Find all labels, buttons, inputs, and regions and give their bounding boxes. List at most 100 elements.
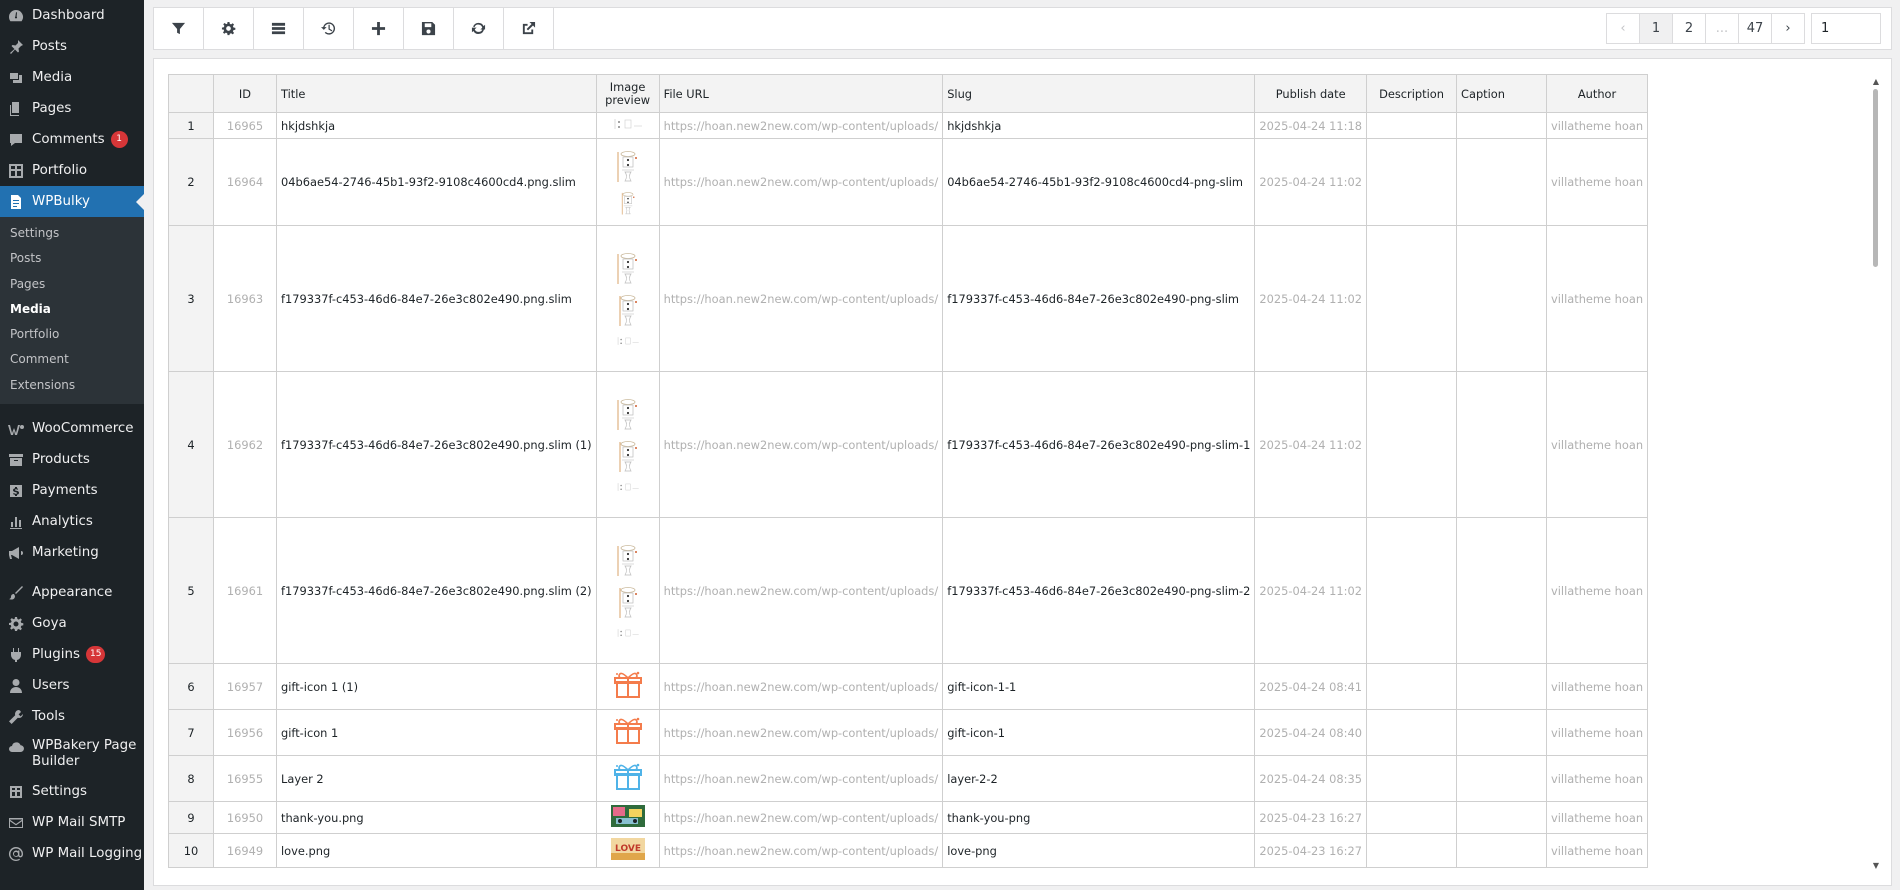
next-page-button[interactable]: ›: [1771, 13, 1805, 44]
description-cell[interactable]: [1366, 801, 1458, 834]
column-header-row-number[interactable]: [168, 74, 214, 113]
author-cell[interactable]: villatheme hoan: [1546, 755, 1649, 802]
sidebar-item-posts[interactable]: Posts: [0, 31, 144, 62]
table-row[interactable]: 7 16956 gift-icon 1 https://hoan.new2new.c…: [168, 709, 1649, 756]
id-cell[interactable]: 16961: [213, 517, 277, 664]
id-cell[interactable]: 16955: [213, 755, 277, 802]
sidebar-item-comments[interactable]: Comments 1: [0, 124, 144, 155]
title-cell[interactable]: hkjdshkja: [276, 112, 597, 139]
sidebar-item-woocommerce[interactable]: WooCommerce: [0, 413, 144, 444]
sidebar-item-wp-mail-smtp[interactable]: WP Mail SMTP: [0, 807, 144, 838]
publish-date-cell[interactable]: 2025-04-24 11:18: [1254, 112, 1368, 139]
sidebar-item-wpbakery-page-builder[interactable]: WPBakery Page Builder: [0, 732, 144, 776]
sidebar-item-wp-mail-logging[interactable]: WP Mail Logging: [0, 838, 144, 869]
slug-cell[interactable]: hkjdshkja: [942, 112, 1256, 139]
sidebar-item-goya[interactable]: Goya: [0, 608, 144, 639]
column-header-file-url[interactable]: File URL: [658, 74, 944, 113]
publish-date-cell[interactable]: 2025-04-23 16:27: [1254, 833, 1368, 868]
sidebar-item-settings[interactable]: Settings: [0, 776, 144, 807]
description-cell[interactable]: [1366, 833, 1458, 868]
caption-cell[interactable]: [1456, 663, 1548, 710]
page-button-1[interactable]: 1: [1639, 13, 1673, 44]
id-cell[interactable]: 16950: [213, 801, 277, 834]
file-url-cell[interactable]: https://hoan.new2new.com/wp-content/uplo…: [658, 833, 944, 868]
table-row[interactable]: 6 16957 gift-icon 1 (1) https://hoan.new2n…: [168, 663, 1649, 710]
title-cell[interactable]: f179337f-c453-46d6-84e7-26e3c802e490.png…: [276, 371, 597, 518]
slug-cell[interactable]: f179337f-c453-46d6-84e7-26e3c802e490-png…: [942, 225, 1256, 372]
publish-date-cell[interactable]: 2025-04-24 11:02: [1254, 371, 1368, 518]
add-button[interactable]: [354, 8, 404, 49]
column-header-publish-date[interactable]: Publish date: [1254, 74, 1368, 113]
id-cell[interactable]: 16964: [213, 138, 277, 226]
save-button[interactable]: [404, 8, 454, 49]
description-cell[interactable]: [1366, 663, 1458, 710]
goto-page-input[interactable]: 1: [1811, 13, 1881, 44]
row-number-cell[interactable]: 2: [168, 138, 214, 226]
file-url-cell[interactable]: https://hoan.new2new.com/wp-content/uplo…: [658, 755, 944, 802]
image-preview-cell[interactable]: [595, 755, 660, 802]
id-cell[interactable]: 16963: [213, 225, 277, 372]
prev-page-button[interactable]: ‹: [1606, 13, 1640, 44]
sidebar-item-tools[interactable]: Tools: [0, 701, 144, 732]
table-row[interactable]: 5 16961 f179337f-c453-46d6-84e7-26e3c802e4…: [168, 517, 1649, 664]
image-preview-cell[interactable]: [595, 112, 660, 139]
column-header-author[interactable]: Author: [1546, 74, 1649, 113]
publish-date-cell[interactable]: 2025-04-24 08:35: [1254, 755, 1368, 802]
caption-cell[interactable]: [1456, 755, 1548, 802]
title-cell[interactable]: f179337f-c453-46d6-84e7-26e3c802e490.png…: [276, 225, 597, 372]
caption-cell[interactable]: [1456, 138, 1548, 226]
slug-cell[interactable]: f179337f-c453-46d6-84e7-26e3c802e490-png…: [942, 517, 1256, 664]
description-cell[interactable]: [1366, 371, 1458, 518]
description-cell[interactable]: [1366, 138, 1458, 226]
table-row[interactable]: 10 16949 love.png LOVE https://hoan.new2ne…: [168, 833, 1649, 868]
file-url-cell[interactable]: https://hoan.new2new.com/wp-content/uplo…: [658, 138, 944, 226]
row-number-cell[interactable]: 9: [168, 801, 214, 834]
sidebar-item-users[interactable]: Users: [0, 670, 144, 701]
submenu-item-pages[interactable]: Pages: [0, 272, 144, 297]
slug-cell[interactable]: thank-you-png: [942, 801, 1256, 834]
id-cell[interactable]: 16965: [213, 112, 277, 139]
table-row[interactable]: 2 16964 04b6ae54-2746-45b1-93f2-9108c4600c…: [168, 138, 1649, 226]
file-url-cell[interactable]: https://hoan.new2new.com/wp-content/uplo…: [658, 112, 944, 139]
columns-button[interactable]: [254, 8, 304, 49]
image-preview-cell[interactable]: [595, 371, 660, 518]
table-row[interactable]: 8 16955 Layer 2 https://hoan.new2new.com/w…: [168, 755, 1649, 802]
image-preview-cell[interactable]: [595, 225, 660, 372]
title-cell[interactable]: gift-icon 1: [276, 709, 597, 756]
description-cell[interactable]: [1366, 225, 1458, 372]
file-url-cell[interactable]: https://hoan.new2new.com/wp-content/uplo…: [658, 663, 944, 710]
sidebar-item-payments[interactable]: Payments: [0, 475, 144, 506]
author-cell[interactable]: villatheme hoan: [1546, 663, 1649, 710]
title-cell[interactable]: love.png: [276, 833, 597, 868]
publish-date-cell[interactable]: 2025-04-24 11:02: [1254, 225, 1368, 372]
image-preview-cell[interactable]: [595, 801, 660, 834]
slug-cell[interactable]: love-png: [942, 833, 1256, 868]
column-header-caption[interactable]: Caption: [1456, 74, 1548, 113]
open-external-button[interactable]: [504, 8, 554, 49]
row-number-cell[interactable]: 4: [168, 371, 214, 518]
author-cell[interactable]: villatheme hoan: [1546, 112, 1649, 139]
id-cell[interactable]: 16949: [213, 833, 277, 868]
description-cell[interactable]: [1366, 755, 1458, 802]
image-preview-cell[interactable]: LOVE: [595, 833, 660, 868]
table-row[interactable]: 1 16965 hkjdshkja https://hoan.new2new.com…: [168, 112, 1649, 139]
caption-cell[interactable]: [1456, 225, 1548, 372]
submenu-item-portfolio[interactable]: Portfolio: [0, 322, 144, 347]
table-row[interactable]: 3 16963 f179337f-c453-46d6-84e7-26e3c802e4…: [168, 225, 1649, 372]
column-header-slug[interactable]: Slug: [942, 74, 1256, 113]
publish-date-cell[interactable]: 2025-04-24 08:41: [1254, 663, 1368, 710]
description-cell[interactable]: [1366, 709, 1458, 756]
author-cell[interactable]: villatheme hoan: [1546, 225, 1649, 372]
image-preview-cell[interactable]: [595, 517, 660, 664]
row-number-cell[interactable]: 7: [168, 709, 214, 756]
author-cell[interactable]: villatheme hoan: [1546, 371, 1649, 518]
file-url-cell[interactable]: https://hoan.new2new.com/wp-content/uplo…: [658, 709, 944, 756]
submenu-item-extensions[interactable]: Extensions: [0, 373, 144, 398]
sidebar-item-plugins[interactable]: Plugins 15: [0, 639, 144, 670]
title-cell[interactable]: f179337f-c453-46d6-84e7-26e3c802e490.png…: [276, 517, 597, 664]
file-url-cell[interactable]: https://hoan.new2new.com/wp-content/uplo…: [658, 801, 944, 834]
id-cell[interactable]: 16956: [213, 709, 277, 756]
file-url-cell[interactable]: https://hoan.new2new.com/wp-content/uplo…: [658, 225, 944, 372]
page-button-47[interactable]: 47: [1738, 13, 1772, 44]
image-preview-cell[interactable]: [595, 663, 660, 710]
